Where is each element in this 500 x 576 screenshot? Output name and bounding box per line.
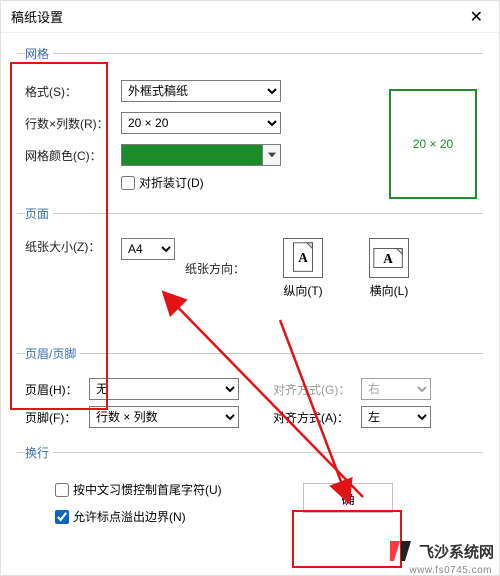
label-format: 格式(S)：	[25, 83, 121, 100]
window-title: 稿纸设置	[11, 7, 63, 26]
svg-text:A: A	[298, 250, 308, 265]
group-headerfooter: 页眉/页脚 页眉(H)： 无 对齐方式(G)： 右 页脚(F)： 行数 × 列数…	[17, 345, 483, 440]
grid-preview: 20 × 20	[389, 89, 477, 199]
label-align-footer: 对齐方式(A)：	[273, 409, 353, 426]
group-page: 页面 纸张大小(Z)： A4 纸张方向： A	[17, 205, 483, 341]
grid-preview-text: 20 × 20	[413, 137, 453, 151]
group-wrap: 换行 按中文习惯控制首尾字符(U) 允许标点溢出边界(N)	[17, 444, 483, 541]
align-footer-select[interactable]: 左	[361, 406, 431, 428]
orientation-group: 纸张方向： A 纵向(T)	[185, 238, 417, 299]
label-header: 页眉(H)：	[25, 381, 81, 398]
svg-text:A: A	[383, 251, 393, 266]
orientation-landscape[interactable]: A 横向(L)	[361, 238, 417, 299]
chevron-down-icon	[262, 145, 280, 165]
group-grid-legend: 网格	[25, 45, 53, 62]
landscape-icon: A	[369, 238, 409, 278]
footer-select[interactable]: 行数 × 列数	[89, 406, 239, 428]
gridcolor-swatch	[122, 145, 262, 165]
confirm-button[interactable]: 确	[303, 483, 393, 513]
group-hf-legend: 页眉/页脚	[25, 345, 80, 362]
label-rowscols: 行数×列数(R)：	[25, 115, 121, 132]
cjk-wrap-label: 按中文习惯控制首尾字符(U)	[73, 481, 222, 498]
overflow-checkbox[interactable]	[55, 510, 69, 524]
label-footer: 页脚(F)：	[25, 409, 81, 426]
overflow-label: 允许标点溢出边界(N)	[73, 508, 186, 525]
label-orientation: 纸张方向：	[185, 260, 245, 277]
dialog-root: 稿纸设置 ✕ 网格 格式(S)： 外框式稿纸 行数×列数(R)： 20 × 20…	[0, 0, 500, 576]
confirm-label: 确	[341, 492, 354, 507]
titlebar: 稿纸设置 ✕	[1, 1, 499, 33]
rowscols-select[interactable]: 20 × 20	[121, 112, 281, 134]
content-area: 网格 格式(S)： 外框式稿纸 行数×列数(R)： 20 × 20 网格颜色(C…	[1, 33, 499, 549]
cjk-wrap-checkbox[interactable]	[55, 483, 69, 497]
gridcolor-picker[interactable]	[121, 144, 281, 166]
label-gridcolor: 网格颜色(C)：	[25, 147, 121, 164]
format-select[interactable]: 外框式稿纸	[121, 80, 281, 102]
group-page-legend: 页面	[25, 205, 53, 222]
landscape-label: 横向(L)	[370, 282, 409, 299]
fold-label: 对折装订(D)	[139, 174, 204, 191]
group-wrap-legend: 换行	[25, 444, 53, 461]
align-header-select: 右	[361, 378, 431, 400]
orientation-portrait[interactable]: A 纵向(T)	[275, 238, 331, 299]
label-align-header: 对齐方式(G)：	[273, 381, 353, 398]
portrait-icon: A	[283, 238, 323, 278]
label-papersize: 纸张大小(Z)：	[25, 238, 121, 255]
portrait-label: 纵向(T)	[283, 282, 322, 299]
header-select[interactable]: 无	[89, 378, 239, 400]
papersize-select[interactable]: A4	[121, 238, 175, 260]
fold-checkbox[interactable]	[121, 176, 135, 190]
close-icon[interactable]: ✕	[464, 7, 489, 27]
